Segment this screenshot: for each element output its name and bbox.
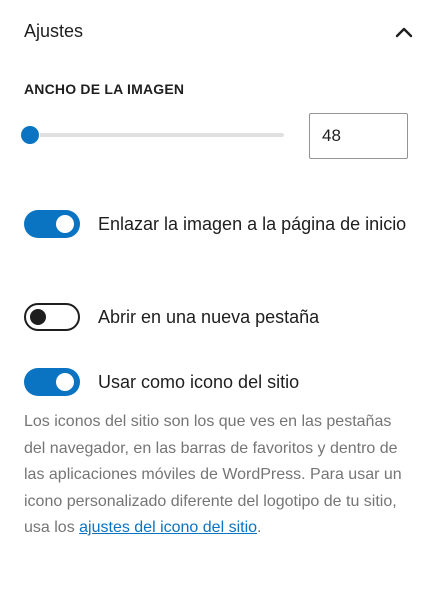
toggle-row-new-tab[interactable]: Abrir en una nueva pestaña [24,303,410,331]
site-icon-settings-link[interactable]: ajustes del icono del sitio [79,519,257,536]
new-tab-toggle[interactable] [24,303,80,331]
chevron-up-icon[interactable] [394,22,414,42]
help-text-end: . [257,519,262,536]
toggle-row-site-icon[interactable]: Usar como icono del sitio [24,368,410,396]
panel-header[interactable]: Ajustes [0,0,434,64]
image-width-control [0,113,434,159]
link-home-label[interactable]: Enlazar la imagen a la página de inicio [98,210,406,238]
toggle-knob [56,215,74,233]
site-icon-label[interactable]: Usar como icono del sitio [98,368,299,396]
toggle-knob [30,309,46,325]
new-tab-label[interactable]: Abrir en una nueva pestaña [98,303,319,331]
image-width-slider-track[interactable] [28,133,284,137]
image-width-input[interactable] [309,113,408,159]
help-text-body: Los iconos del sitio son los que ves en … [24,413,402,536]
panel-title: Ajustes [24,20,84,41]
toggle-knob [56,373,74,391]
image-width-slider-thumb[interactable] [21,126,39,144]
link-home-toggle[interactable] [24,210,80,238]
settings-panel: Ajustes ANCHO DE LA IMAGEN Enlazar la im… [0,0,434,608]
toggle-row-link-home[interactable]: Enlazar la imagen a la página de inicio [24,210,410,238]
chevron-up-icon-svg [395,27,413,38]
site-icon-toggle[interactable] [24,368,80,396]
image-width-label: ANCHO DE LA IMAGEN [24,81,185,97]
site-icon-help-text: Los iconos del sitio son los que ves en … [24,409,410,542]
